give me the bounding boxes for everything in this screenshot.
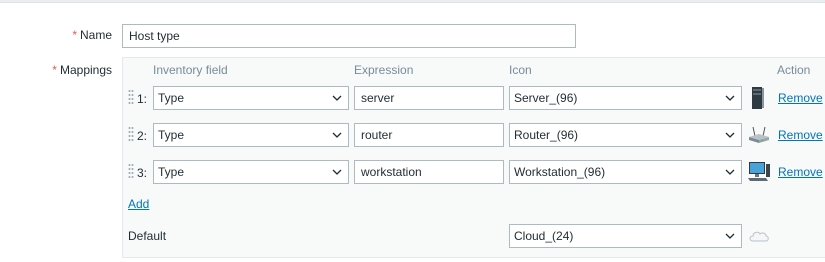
default-label: Default <box>128 229 167 243</box>
name-label: * Name <box>72 28 112 42</box>
drag-handle-icon[interactable] <box>128 126 134 144</box>
header-expression: Expression <box>354 63 414 77</box>
remove-link[interactable]: Remove <box>778 91 823 105</box>
chevron-down-icon <box>725 233 735 239</box>
chevron-down-icon <box>725 95 735 101</box>
icon-select[interactable]: Server_(96) <box>509 86 742 110</box>
remove-link[interactable]: Remove <box>778 128 823 142</box>
router-icon <box>749 126 769 143</box>
icon-select[interactable]: Workstation_(96) <box>509 160 742 184</box>
inventory-field-select[interactable]: Type <box>153 123 349 147</box>
chevron-down-icon <box>725 132 735 138</box>
row-number: 3: <box>137 166 148 180</box>
header-icon: Icon <box>509 63 532 77</box>
remove-link[interactable]: Remove <box>778 165 823 179</box>
chevron-down-icon <box>332 169 342 175</box>
workstation-icon <box>748 162 770 181</box>
icon-select[interactable]: Router_(96) <box>509 123 742 147</box>
drag-handle-icon[interactable] <box>128 163 134 181</box>
expression-field[interactable]: workstation <box>354 160 504 184</box>
mappings-label: * Mappings <box>52 63 112 77</box>
row-number: 1: <box>137 92 148 106</box>
inventory-field-select[interactable]: Type <box>153 86 349 110</box>
drag-handle-icon[interactable] <box>128 89 134 107</box>
chevron-down-icon <box>332 95 342 101</box>
header-inventory-field: Inventory field <box>153 63 228 77</box>
header-action: Action <box>777 63 811 77</box>
expression-field[interactable]: router <box>354 123 504 147</box>
chevron-down-icon <box>332 132 342 138</box>
inventory-field-select[interactable]: Type <box>153 160 349 184</box>
expression-field[interactable]: server <box>354 86 504 110</box>
name-field[interactable]: Host type <box>122 24 576 48</box>
server-icon <box>752 87 764 109</box>
add-mapping-link[interactable]: Add <box>128 197 149 211</box>
row-number: 2: <box>137 129 148 143</box>
cloud-icon <box>749 231 769 242</box>
default-icon-select[interactable]: Cloud_(24) <box>509 224 742 248</box>
chevron-down-icon <box>725 169 735 175</box>
